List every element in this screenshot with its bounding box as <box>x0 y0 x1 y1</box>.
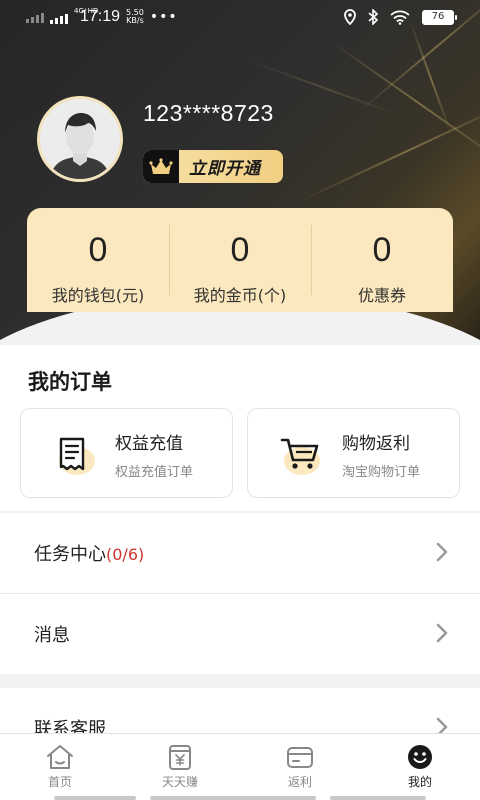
stat-value: 0 <box>230 231 250 269</box>
menu-row-task-center[interactable]: 任务中心(0/6) <box>0 513 480 593</box>
order-card-subtitle: 权益充值订单 <box>115 465 194 480</box>
stat-value: 0 <box>372 231 392 269</box>
signal-icon <box>26 11 44 23</box>
stat-label: 优惠券 <box>357 286 406 305</box>
gesture-bar <box>54 796 136 800</box>
yen-cup-icon <box>169 745 191 770</box>
default-avatar-icon <box>40 99 120 179</box>
tab-label: 我的 <box>407 775 432 789</box>
tab-rebate[interactable]: 返利 <box>240 734 360 800</box>
gesture-bar <box>150 796 316 800</box>
tab-mine[interactable]: 我的 <box>360 734 480 800</box>
shopping-cart-icon <box>280 438 320 475</box>
tab-daily-earn[interactable]: 天天赚 <box>120 734 240 800</box>
tab-label: 返利 <box>287 775 312 789</box>
signal-icon <box>50 12 68 24</box>
tab-home[interactable]: 首页 <box>0 734 120 800</box>
order-card-rights-recharge[interactable]: 权益充值 权益充值订单 <box>20 408 233 498</box>
orders-section: 我的订单 权益充值 权益充值订单 购物返利 淘宝购物订单 <box>0 345 480 511</box>
order-card-subtitle: 淘宝购物订单 <box>342 465 421 480</box>
stat-coins[interactable]: 0 我的金币(个) <box>169 208 311 312</box>
menu-row-messages[interactable]: 消息 <box>0 594 480 674</box>
vip-activate-label: 立即开通 <box>189 159 261 179</box>
battery-icon: 76 <box>422 9 457 25</box>
network-speed: 5.50 KB/s <box>126 9 144 25</box>
stat-wallet[interactable]: 0 我的钱包(元) <box>27 208 169 312</box>
receipt-icon <box>59 437 95 475</box>
bluetooth-icon <box>368 9 378 25</box>
stat-value: 0 <box>88 231 108 269</box>
network-speed-unit: KB/s <box>126 16 144 25</box>
bottom-tab-bar: 首页 天天赚 返利 我的 <box>0 733 480 800</box>
stat-label: 我的金币(个) <box>193 286 287 305</box>
home-icon <box>47 745 73 769</box>
avatar[interactable] <box>37 96 123 182</box>
stat-label: 我的钱包(元) <box>51 286 145 305</box>
smiley-face-icon <box>408 745 432 769</box>
location-icon <box>344 9 356 25</box>
chevron-right-icon <box>436 623 448 643</box>
order-card-title: 权益充值 <box>115 434 183 454</box>
more-notifications-icon: ••• <box>149 9 178 25</box>
tab-label: 首页 <box>47 775 72 789</box>
crown-icon <box>143 150 179 183</box>
user-phone-number: 123****8723 <box>143 100 274 126</box>
menu-row-label: 任务中心(0/6) <box>34 540 144 566</box>
stat-coupons[interactable]: 0 优惠券 <box>311 208 453 312</box>
status-bar: 4G⁺HD 17:19 5.50 KB/s ••• 76 <box>0 0 480 36</box>
orders-section-title: 我的订单 <box>28 370 112 394</box>
menu-row-label: 消息 <box>34 625 70 646</box>
menu-row-label-text: 任务中心 <box>34 544 106 565</box>
order-card-shopping-rebate[interactable]: 购物返利 淘宝购物订单 <box>247 408 460 498</box>
tab-label: 天天赚 <box>161 775 198 789</box>
gesture-bar <box>330 796 426 800</box>
account-stats-card: 0 我的钱包(元) 0 我的金币(个) 0 优惠券 <box>27 208 453 312</box>
vip-activate-button[interactable]: 立即开通 <box>143 150 283 183</box>
wifi-icon <box>390 10 410 25</box>
network-type: 4G⁺HD <box>74 7 99 15</box>
chevron-right-icon <box>436 542 448 562</box>
task-progress-count: (0/6) <box>106 545 145 564</box>
order-card-title: 购物返利 <box>342 434 410 454</box>
wallet-card-icon <box>287 747 313 768</box>
